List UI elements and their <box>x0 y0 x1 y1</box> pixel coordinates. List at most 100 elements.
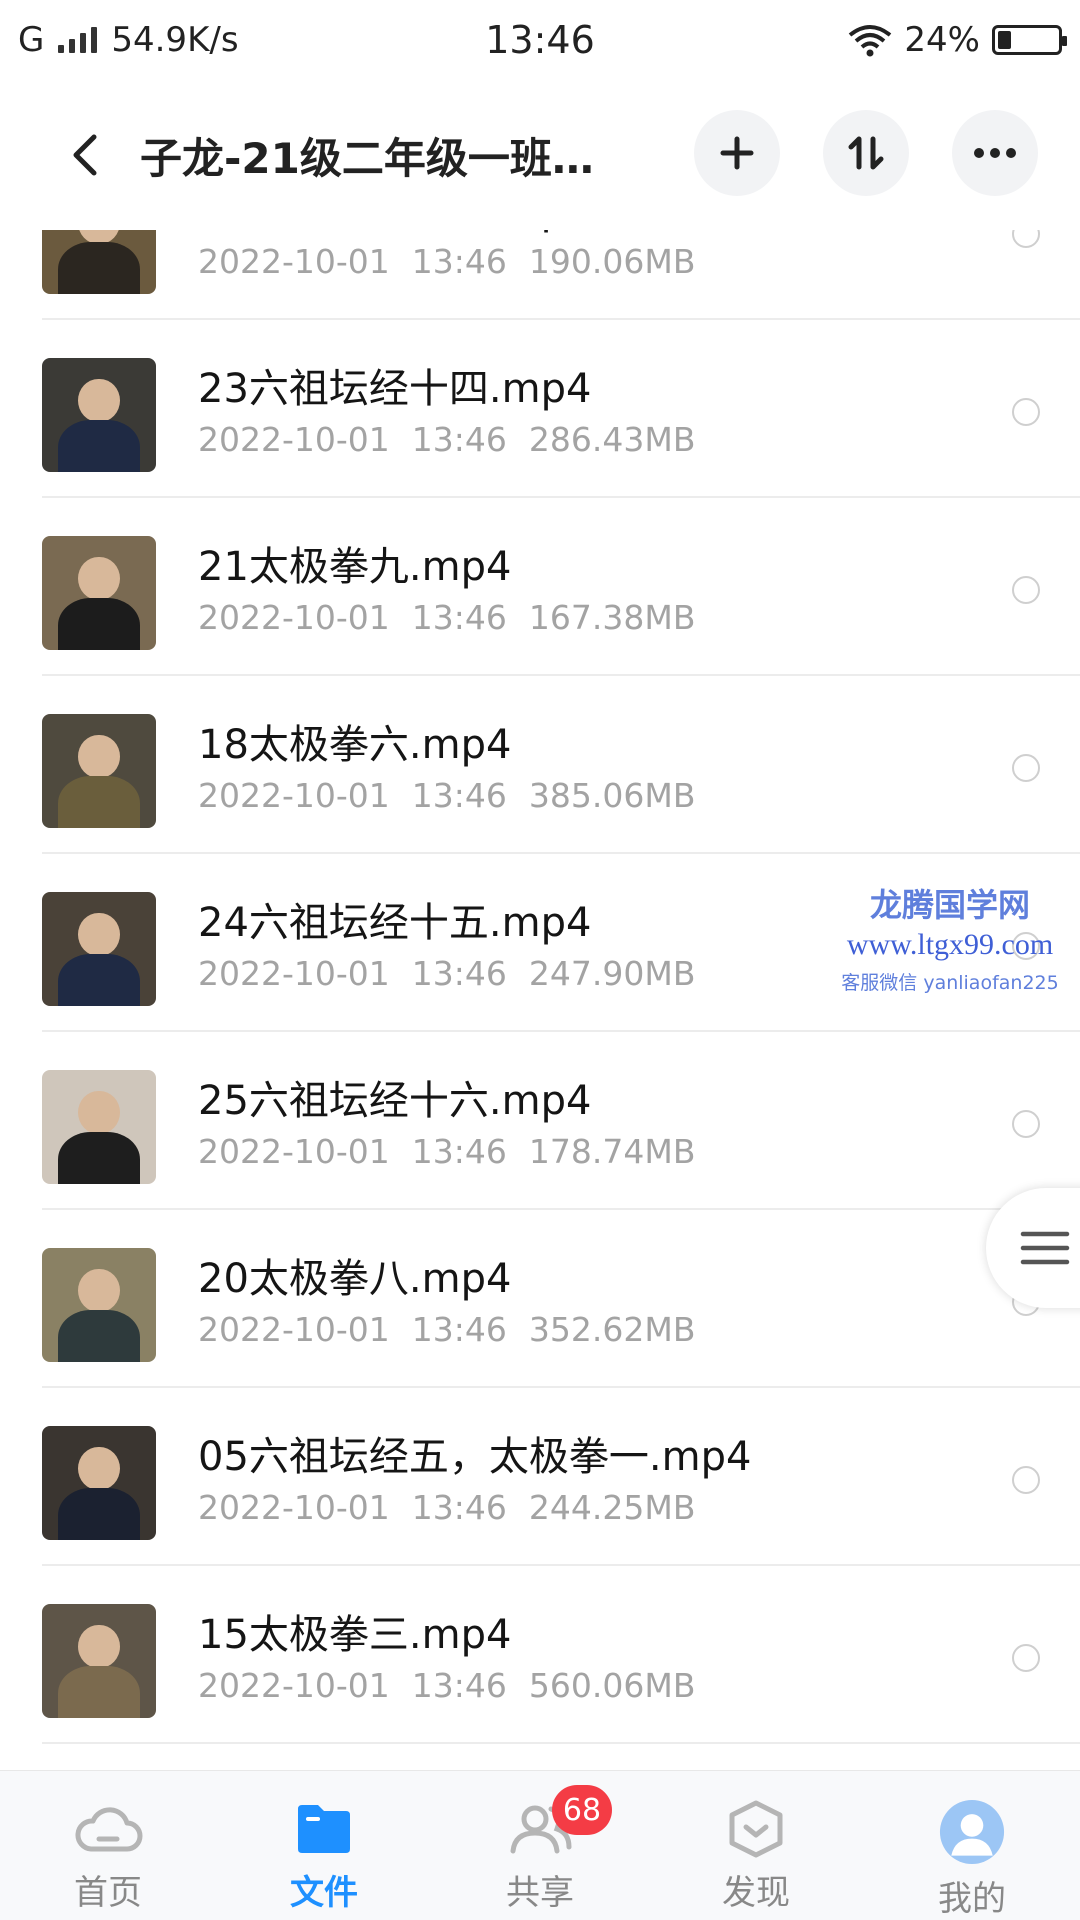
file-name: 18太极拳六.mp4 <box>198 722 512 768</box>
thumbnail-body <box>57 1665 141 1718</box>
file-size: 244.25MB <box>528 1488 696 1527</box>
file-size: 167.38MB <box>528 598 696 637</box>
page-title: 子龙-21级二年级一班… <box>140 133 594 183</box>
file-row[interactable]: 20太极拳八.mp4 2022-10-01 13:46 352.62MB <box>0 1210 1080 1388</box>
file-meta: 2022-10-01 13:46 247.90MB <box>198 954 717 993</box>
folder-icon <box>298 1805 350 1853</box>
file-time: 13:46 <box>411 1666 507 1705</box>
more-button[interactable] <box>952 110 1038 196</box>
nav-label-home: 首页 <box>74 1873 142 1913</box>
file-row[interactable]: 24六祖坛经十五.mp4 2022-10-01 13:46 247.90MB <box>0 854 1080 1032</box>
select-radio[interactable] <box>1012 1110 1040 1138</box>
file-name: 25六祖坛经十六.mp4 <box>198 1078 592 1124</box>
file-name: 23六祖坛经十四.mp4 <box>198 366 592 412</box>
cloud-icon <box>75 1807 143 1852</box>
file-time: 13:46 <box>411 1488 507 1527</box>
file-row[interactable]: 21太极拳九.mp4 2022-10-01 13:46 167.38MB <box>0 498 1080 676</box>
nav-share[interactable]: 68 共享 <box>432 1771 648 1920</box>
file-size: 178.74MB <box>528 1132 696 1171</box>
video-thumbnail <box>42 230 156 294</box>
video-thumbnail <box>42 1248 156 1362</box>
select-radio[interactable] <box>1012 1644 1040 1672</box>
nav-label-files: 文件 <box>290 1873 358 1913</box>
sort-button[interactable] <box>823 110 909 196</box>
wifi-icon <box>849 25 892 57</box>
file-name: 20太极拳八.mp4 <box>198 1256 512 1302</box>
battery-fill <box>998 31 1012 49</box>
nav-label-me: 我的 <box>938 1879 1006 1919</box>
network-type: G <box>18 20 45 60</box>
file-row[interactable]: 15太极拳三.mp4 2022-10-01 13:46 560.06MB <box>0 1566 1080 1744</box>
thumbnail-head <box>78 912 120 956</box>
nav-discover[interactable]: 发现 <box>648 1771 864 1920</box>
more-icon <box>974 148 1016 158</box>
file-row[interactable]: 25六祖坛经十六.mp4 2022-10-01 13:46 178.74MB <box>0 1032 1080 1210</box>
file-name: 21太极拳九.mp4 <box>198 544 512 590</box>
file-meta: 2022-10-01 13:46 167.38MB <box>198 598 717 637</box>
status-right: 24% <box>848 20 1067 60</box>
file-row[interactable]: 23六祖坛经十四.mp4 2022-10-01 13:46 286.43MB <box>0 320 1080 498</box>
video-thumbnail <box>42 1070 156 1184</box>
signal-icon <box>58 27 98 53</box>
thumbnail-body <box>57 419 141 472</box>
video-thumbnail <box>42 714 156 828</box>
thumbnail-body <box>57 1131 141 1184</box>
file-list[interactable]: 27六祖坛经十八.mp4 2022-10-01 13:46 190.06MB 23六祖坛… <box>0 230 1080 1770</box>
file-time: 13:46 <box>411 242 507 281</box>
nav-me[interactable]: 我的 <box>864 1771 1080 1920</box>
file-meta: 2022-10-01 13:46 178.74MB <box>198 1132 717 1171</box>
file-time: 13:46 <box>411 776 507 815</box>
file-meta: 2022-10-01 13:46 286.43MB <box>198 420 717 459</box>
file-size: 286.43MB <box>528 420 696 459</box>
file-name: 15太极拳三.mp4 <box>198 1612 512 1658</box>
select-radio[interactable] <box>1012 932 1040 960</box>
select-radio[interactable] <box>1012 230 1040 248</box>
chevron-left-icon <box>73 134 97 176</box>
share-badge: 68 <box>552 1785 612 1835</box>
file-time: 13:46 <box>411 1310 507 1349</box>
select-radio[interactable] <box>1012 754 1040 782</box>
file-date: 2022-10-01 <box>198 598 390 637</box>
video-thumbnail <box>42 892 156 1006</box>
add-button[interactable] <box>694 110 780 196</box>
thumbnail-body <box>57 953 141 1006</box>
file-date: 2022-10-01 <box>198 1666 390 1705</box>
thumbnail-head <box>78 1446 120 1490</box>
select-radio[interactable] <box>1012 576 1040 604</box>
status-left: G 54.9K/s <box>18 20 239 60</box>
file-size: 352.62MB <box>528 1310 696 1349</box>
file-row[interactable]: 18太极拳六.mp4 2022-10-01 13:46 385.06MB <box>0 676 1080 854</box>
video-thumbnail <box>42 1604 156 1718</box>
nav-files[interactable]: 文件 <box>216 1771 432 1920</box>
file-meta: 2022-10-01 13:46 190.06MB <box>198 242 717 281</box>
file-name: 24六祖坛经十五.mp4 <box>198 900 592 946</box>
back-button[interactable] <box>40 110 130 200</box>
file-meta: 2022-10-01 13:46 560.06MB <box>198 1666 717 1705</box>
network-speed: 54.9K/s <box>111 20 239 60</box>
file-date: 2022-10-01 <box>198 242 390 281</box>
thumbnail-body <box>57 1487 141 1540</box>
thumbnail-head <box>78 1090 120 1134</box>
avatar-icon <box>939 1799 1005 1865</box>
file-size: 385.06MB <box>528 776 696 815</box>
battery-percent: 24% <box>904 20 980 60</box>
nav-home[interactable]: 首页 <box>0 1771 216 1920</box>
thumbnail-head <box>78 556 120 600</box>
header: 子龙-21级二年级一班… <box>0 80 1080 230</box>
thumbnail-head <box>78 1624 120 1668</box>
file-row[interactable]: 05六祖坛经五，太极拳一.mp4 2022-10-01 13:46 244.25MB <box>0 1388 1080 1566</box>
select-radio[interactable] <box>1012 398 1040 426</box>
select-radio[interactable] <box>1012 1466 1040 1494</box>
video-thumbnail <box>42 1426 156 1540</box>
video-thumbnail <box>42 536 156 650</box>
plus-icon <box>720 136 754 170</box>
bottom-nav: 首页 文件 68 共享 发现 我的 <box>0 1770 1080 1920</box>
sort-icon <box>848 136 884 170</box>
file-date: 2022-10-01 <box>198 776 390 815</box>
file-row[interactable]: 27六祖坛经十八.mp4 2022-10-01 13:46 190.06MB <box>0 230 1080 320</box>
file-name: 05六祖坛经五，太极拳一.mp4 <box>198 1434 752 1480</box>
thumbnail-head <box>78 378 120 422</box>
thumbnail-body <box>57 241 141 294</box>
discover-icon <box>729 1800 783 1858</box>
status-bar: G 54.9K/s 13:46 24% <box>0 0 1080 80</box>
